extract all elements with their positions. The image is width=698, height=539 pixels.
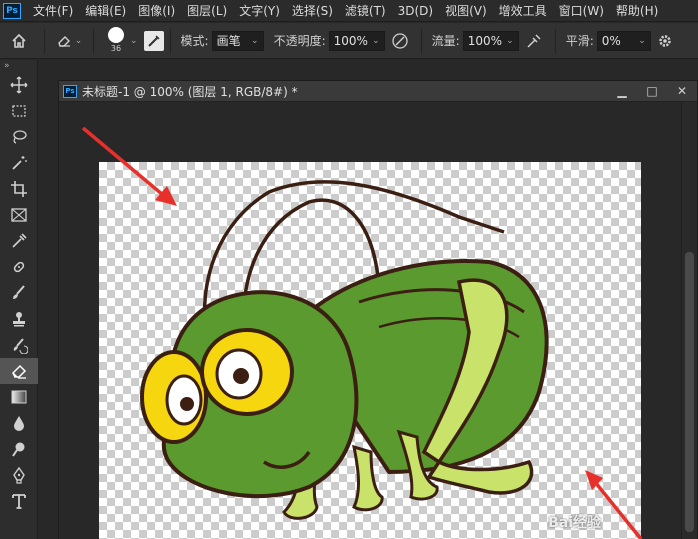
menu-file[interactable]: 文件(F) [27, 0, 79, 22]
menu-plugins[interactable]: 增效工具 [493, 0, 553, 22]
menu-type[interactable]: 文字(Y) [233, 0, 286, 22]
frame-tool-icon[interactable] [0, 202, 38, 228]
brush-tip-icon [108, 26, 124, 43]
airbrush-icon[interactable] [519, 32, 549, 50]
chevron-down-icon: ⌄ [506, 35, 514, 46]
photoshop-document-icon: Ps [63, 84, 77, 98]
menu-3d[interactable]: 3D(D) [392, 0, 439, 22]
crop-tool-icon[interactable] [0, 176, 38, 202]
pressure-opacity-icon[interactable] [385, 32, 415, 50]
smoothing-label: 平滑: [565, 34, 594, 48]
menu-view[interactable]: 视图(V) [439, 0, 493, 22]
flow-label: 流量: [431, 34, 460, 48]
move-tool-icon[interactable] [0, 72, 38, 98]
divider [554, 28, 556, 53]
healing-brush-tool-icon[interactable] [0, 254, 38, 280]
pen-tool-icon[interactable] [0, 462, 38, 488]
eraser-preset-icon[interactable]: ⌄ [51, 34, 87, 48]
menu-bar: Ps 文件(F) 编辑(E) 图像(I) 图层(L) 文字(Y) 选择(S) 滤… [0, 0, 698, 22]
blur-tool-icon[interactable] [0, 410, 38, 436]
flow-input[interactable]: 100% ⌄ [462, 30, 519, 51]
home-icon[interactable] [0, 23, 38, 59]
photoshop-logo-icon: Ps [3, 2, 21, 19]
document-tab[interactable]: Ps 未标题-1 @ 100% (图层 1, RGB/8#) * ▁ □ ✕ [59, 81, 697, 102]
options-bar: ⌄ 36 ⌄ 模式: 画笔 ⌄ 不透明度: 100% ⌄ 流量: 100% ⌄ 平滑:… [0, 23, 698, 59]
dodge-tool-icon[interactable] [0, 436, 38, 462]
flow-value: 100% [467, 33, 502, 48]
type-tool-icon[interactable] [0, 488, 38, 514]
menu-window[interactable]: 窗口(W) [553, 0, 610, 22]
menu-filter[interactable]: 滤镜(T) [339, 0, 392, 22]
mode-label: 模式: [180, 34, 209, 48]
menu-select[interactable]: 选择(S) [286, 0, 339, 22]
minimize-button[interactable]: ▁ [607, 81, 637, 102]
menu-help[interactable]: 帮助(H) [610, 0, 664, 22]
document-title: 未标题-1 @ 100% (图层 1, RGB/8#) * [82, 84, 298, 99]
menu-layer[interactable]: 图层(L) [181, 0, 233, 22]
smoothing-value: 0% [601, 33, 621, 48]
divider [169, 28, 171, 53]
chevron-down-icon: ⌄ [372, 35, 380, 46]
brush-preset-picker[interactable]: 36 [104, 26, 128, 55]
opacity-label: 不透明度: [273, 34, 326, 48]
gear-icon[interactable] [651, 34, 679, 48]
opacity-input[interactable]: 100% ⌄ [328, 30, 385, 51]
history-brush-tool-icon[interactable] [0, 332, 38, 358]
annotation-arrows [81, 126, 643, 539]
arrow-icon [81, 126, 177, 206]
menu-image[interactable]: 图像(I) [132, 0, 181, 22]
smoothing-input[interactable]: 0% ⌄ [596, 30, 651, 51]
chevron-down-icon[interactable]: ⌄ [130, 36, 138, 46]
brush-tool-icon[interactable] [0, 280, 38, 306]
scrollbar-thumb[interactable] [685, 252, 694, 532]
lasso-tool-icon[interactable] [0, 124, 38, 150]
document-window: Ps 未标题-1 @ 100% (图层 1, RGB/8#) * ▁ □ ✕ B… [58, 80, 698, 539]
chevron-down-icon: ⌄ [251, 35, 259, 46]
menu-edit[interactable]: 编辑(E) [79, 0, 132, 22]
close-button[interactable]: ✕ [667, 81, 697, 102]
mode-value: 画笔 [216, 34, 241, 48]
arrow-icon [585, 470, 643, 539]
maximize-button[interactable]: □ [637, 81, 667, 102]
marquee-tool-icon[interactable] [0, 98, 38, 124]
opacity-value: 100% [333, 33, 368, 48]
mode-select[interactable]: 画笔 ⌄ [211, 30, 264, 51]
divider [420, 28, 422, 53]
collapse-toolbar-button[interactable]: » [0, 60, 37, 72]
gradient-tool-icon[interactable] [0, 384, 38, 410]
brush-settings-icon[interactable] [143, 30, 164, 51]
window-controls: ▁ □ ✕ [607, 81, 697, 102]
eraser-tool-icon[interactable] [0, 358, 38, 384]
vertical-scrollbar[interactable] [681, 102, 697, 539]
divider [44, 28, 45, 53]
divider [93, 28, 94, 53]
clone-stamp-tool-icon[interactable] [0, 306, 38, 332]
eyedropper-tool-icon[interactable] [0, 228, 38, 254]
chevron-down-icon: ⌄ [638, 35, 646, 46]
canvas-workspace[interactable]: Bai经验 [59, 102, 683, 539]
brush-size: 36 [110, 43, 122, 53]
tools-panel: » [0, 60, 38, 539]
magic-wand-tool-icon[interactable] [0, 150, 38, 176]
chevron-down-icon: ⌄ [74, 35, 83, 46]
